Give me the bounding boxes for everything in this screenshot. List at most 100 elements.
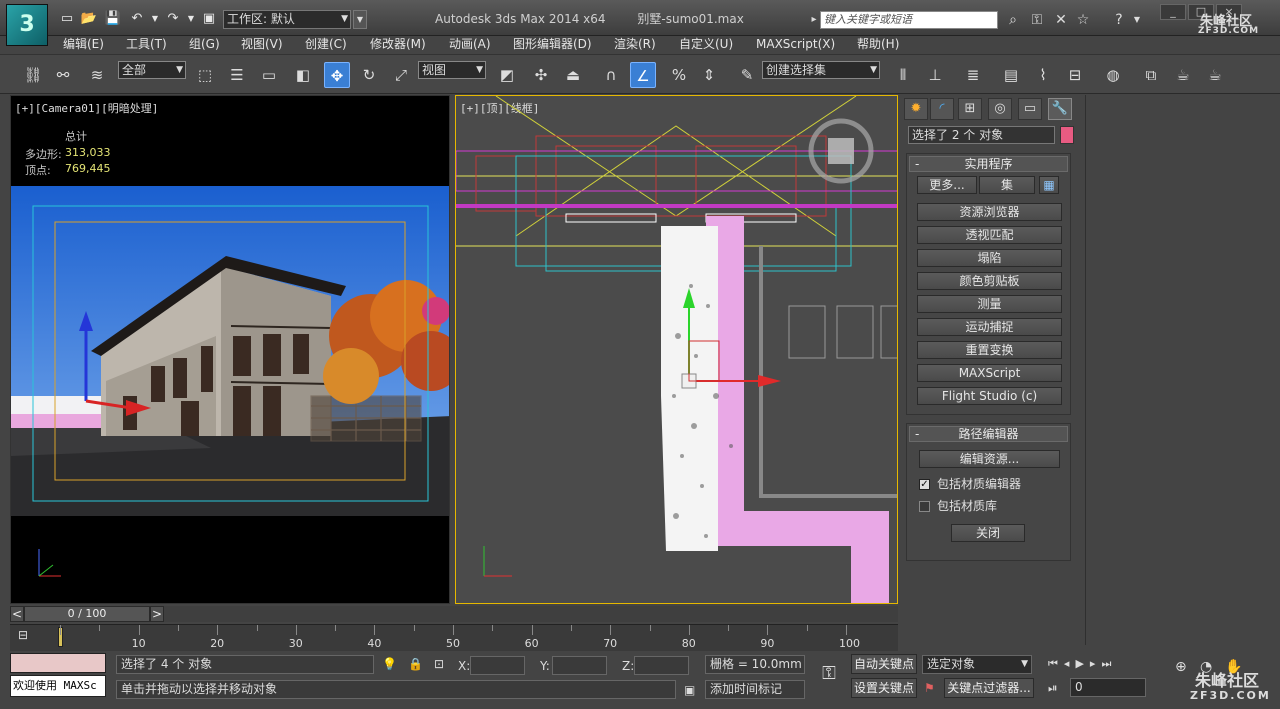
display-tab-icon[interactable]: ▭: [1018, 98, 1042, 120]
angle-snap-icon[interactable]: ∠: [630, 62, 656, 88]
graphite-ribbon-icon[interactable]: ▤: [998, 62, 1024, 88]
minimize-button[interactable]: _: [1160, 4, 1186, 20]
search-input[interactable]: 键入关键字或短语: [820, 11, 998, 29]
bind-to-space-warp-icon[interactable]: ≋: [84, 62, 110, 88]
menu-animation[interactable]: 动画(A): [449, 36, 491, 53]
absolute-relative-toggle-icon[interactable]: ⊡: [434, 657, 444, 671]
menu-group[interactable]: 组(G): [189, 36, 220, 53]
reference-coordinate-dropdown[interactable]: 视图 ▼: [418, 61, 486, 79]
camera-viewport-label[interactable]: [+][Camera01][明暗处理]: [15, 100, 158, 116]
include-material-editor-checkbox[interactable]: ✓ 包括材质编辑器: [919, 476, 1070, 494]
maxscript-listener-output[interactable]: 欢迎使用 MAXSc: [10, 675, 106, 697]
key-filters-button[interactable]: 关键点过滤器...: [944, 678, 1034, 698]
time-slider[interactable]: < 0 / 100 >: [10, 606, 898, 622]
snaps-toggle-icon[interactable]: ∩: [598, 62, 624, 88]
top-viewport[interactable]: [+][顶][线框]: [455, 95, 898, 604]
current-frame-spinner[interactable]: 0: [1070, 678, 1146, 697]
motion-capture-button[interactable]: 运动捕捉: [917, 318, 1062, 336]
menu-maxscript[interactable]: MAXScript(X): [756, 36, 835, 53]
menu-graph-editors[interactable]: 图形编辑器(D): [513, 36, 592, 53]
time-slider-next[interactable]: >: [150, 606, 164, 622]
keyboard-shortcut-override-icon[interactable]: ⏏: [560, 62, 586, 88]
render-production-icon[interactable]: ☕: [1202, 62, 1228, 88]
open-file-icon[interactable]: 📂: [80, 10, 98, 28]
redo-dropdown-icon[interactable]: ▼: [182, 10, 200, 28]
favorites-star-icon[interactable]: ☆: [1074, 11, 1092, 29]
mini-curve-editor-icon[interactable]: ⊟: [18, 628, 40, 648]
app-logo-button[interactable]: 3: [6, 4, 48, 46]
create-tab-icon[interactable]: ✹: [904, 98, 928, 120]
select-by-name-icon[interactable]: ☰: [224, 62, 250, 88]
modify-tab-icon[interactable]: ◜: [930, 98, 954, 120]
menu-tools[interactable]: 工具(T): [126, 36, 167, 53]
selection-filter-dropdown[interactable]: 全部 ▼: [118, 61, 186, 79]
go-to-end-icon[interactable]: ⏭: [1101, 657, 1117, 670]
render-setup-icon[interactable]: ⧉: [1138, 62, 1164, 88]
percent-snap-icon[interactable]: %: [666, 62, 692, 88]
window-crossing-icon[interactable]: ◧: [290, 62, 316, 88]
asset-browser-button[interactable]: 资源浏览器: [917, 203, 1062, 221]
camera-viewport[interactable]: [+][Camera01][明暗处理] 总计 多边形: 313,033 顶点: …: [10, 95, 450, 604]
perspective-match-button[interactable]: 透视匹配: [917, 226, 1062, 244]
track-bar[interactable]: ⊟ 10 20 30 40 50 60 70 80 90 100: [10, 624, 898, 651]
key-icon[interactable]: ⚿: [1028, 11, 1046, 29]
unlink-icon[interactable]: ⚯: [50, 62, 76, 88]
binoculars-icon[interactable]: ⌕: [1004, 11, 1022, 29]
time-slider-prev[interactable]: <: [10, 606, 24, 622]
select-object-icon[interactable]: ⬚: [192, 62, 218, 88]
key-mode-toggle-icon[interactable]: ⏯: [1048, 681, 1058, 696]
more-button[interactable]: 更多...: [917, 176, 977, 194]
select-and-rotate-icon[interactable]: ↻: [356, 62, 382, 88]
reset-xform-button[interactable]: 重置变换: [917, 341, 1062, 359]
selection-info-field[interactable]: 选择了 2 个 对象: [908, 126, 1055, 144]
next-frame-icon[interactable]: ▸: [1090, 657, 1102, 670]
color-clipboard-button[interactable]: 颜色剪贴板: [917, 272, 1062, 290]
layer-manager-icon[interactable]: ≣: [960, 62, 986, 88]
menu-views[interactable]: 视图(V): [241, 36, 283, 53]
tools-icon[interactable]: ✕: [1052, 11, 1070, 29]
sets-button[interactable]: 集: [979, 176, 1035, 194]
key-mode-dropdown[interactable]: 选定对象 ▼: [922, 655, 1032, 674]
menu-help[interactable]: 帮助(H): [857, 36, 899, 53]
add-time-tag-field[interactable]: 添加时间标记: [705, 680, 805, 699]
collapse-button[interactable]: 塌陷: [917, 249, 1062, 267]
help-icon[interactable]: ?: [1110, 11, 1128, 29]
configure-button-sets-icon[interactable]: ▦: [1039, 176, 1059, 194]
maxscript-button[interactable]: MAXScript: [917, 364, 1062, 382]
schematic-view-icon[interactable]: ⊟: [1062, 62, 1088, 88]
selection-lock-icon[interactable]: 🔒: [408, 657, 423, 671]
menu-edit[interactable]: 编辑(E): [63, 36, 104, 53]
select-and-link-icon[interactable]: ⛓: [20, 62, 46, 88]
play-icon[interactable]: ▶: [1075, 657, 1089, 670]
select-and-move-icon[interactable]: ✥: [324, 62, 350, 88]
edit-resources-button[interactable]: 编辑资源...: [919, 450, 1060, 468]
isolate-selection-icon[interactable]: 💡: [382, 657, 397, 671]
manipulate-icon[interactable]: ✣: [528, 62, 554, 88]
set-key-mode-key-icon[interactable]: ⚿: [812, 663, 846, 689]
align-icon[interactable]: ⊥: [922, 62, 948, 88]
path-editor-rollout-header[interactable]: - 路径编辑器: [909, 426, 1068, 442]
measure-button[interactable]: 测量: [917, 295, 1062, 313]
include-material-library-checkbox[interactable]: 包括材质库: [919, 498, 1070, 516]
rectangular-selection-icon[interactable]: ▭: [256, 62, 282, 88]
undo-dropdown-icon[interactable]: ▼: [146, 10, 164, 28]
project-folder-icon[interactable]: ▣: [200, 10, 218, 28]
z-coordinate-input[interactable]: [634, 656, 689, 675]
edit-named-selection-icon[interactable]: ✎: [734, 62, 760, 88]
zoom-extents-icon[interactable]: ⊕: [1175, 659, 1187, 675]
menu-customize[interactable]: 自定义(U): [679, 36, 733, 53]
save-file-icon[interactable]: 💾: [104, 10, 122, 28]
spinner-snap-icon[interactable]: ⇕: [696, 62, 722, 88]
utilities-tab-icon[interactable]: 🔧: [1048, 98, 1072, 120]
go-to-start-icon[interactable]: ⏮: [1048, 657, 1064, 670]
named-selection-dropdown[interactable]: 创建选择集 ▼: [762, 61, 880, 79]
hierarchy-tab-icon[interactable]: ⊞: [958, 98, 982, 120]
object-color-swatch[interactable]: [1060, 126, 1074, 144]
set-key-button[interactable]: 设置关键点: [851, 678, 917, 698]
maxscript-mini-listener[interactable]: [10, 653, 106, 673]
menu-modifiers[interactable]: 修改器(M): [370, 36, 426, 53]
auto-key-button[interactable]: 自动关键点: [851, 654, 917, 674]
mirror-icon[interactable]: ⫴: [890, 62, 916, 88]
redo-icon[interactable]: ↷: [164, 10, 182, 28]
utilities-rollout-header[interactable]: - 实用程序: [909, 156, 1068, 172]
